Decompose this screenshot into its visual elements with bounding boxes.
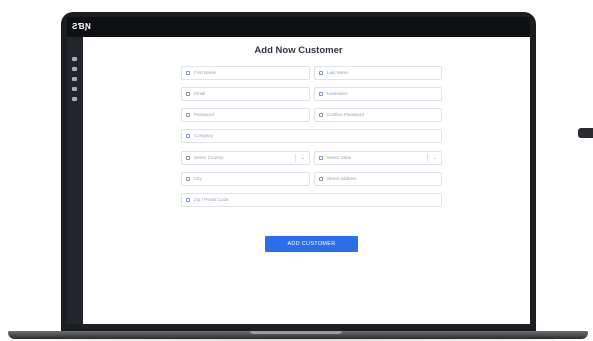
state-placeholder: Select State <box>327 155 352 160</box>
users-icon[interactable] <box>72 77 77 81</box>
laptop-mockup: ƧƁƝ Add Now Customer First Name Last Nam… <box>0 0 593 341</box>
app-sidebar <box>67 37 83 324</box>
company-field[interactable]: Company <box>181 129 442 143</box>
username-field[interactable]: Username <box>314 87 442 101</box>
username-placeholder: Username <box>327 91 348 96</box>
flag-icon <box>186 156 190 160</box>
app-topbar: ƧƁƝ <box>67 17 530 37</box>
mail-icon <box>186 92 190 96</box>
city-field[interactable]: City <box>181 172 310 186</box>
laptop-screen: ƧƁƝ Add Now Customer First Name Last Nam… <box>67 17 530 324</box>
password-field[interactable]: Password <box>181 108 310 122</box>
company-placeholder: Company <box>194 133 214 138</box>
background-device-edge <box>578 128 593 138</box>
zip-field[interactable]: Zip / Postal Code <box>181 193 442 207</box>
building-icon <box>186 134 190 138</box>
select-divider <box>295 154 296 162</box>
first-name-field[interactable]: First Name <box>181 66 310 80</box>
street-address-placeholder: Street Address <box>327 176 357 181</box>
key-icon <box>319 113 323 117</box>
add-customer-button[interactable]: ADD CUSTOMER <box>265 236 358 252</box>
location-pin-icon <box>186 177 190 181</box>
first-name-placeholder: First Name <box>194 70 217 75</box>
laptop-notch <box>250 331 342 334</box>
password-placeholder: Password <box>194 112 214 117</box>
chevron-down-icon[interactable]: ⌄ <box>301 155 305 161</box>
page-title: Add Now Customer <box>254 45 343 56</box>
location-pin-icon <box>319 177 323 181</box>
street-address-field[interactable]: Street Address <box>314 172 442 186</box>
user-icon <box>319 92 323 96</box>
settings-icon[interactable] <box>72 97 77 101</box>
lock-icon <box>186 113 190 117</box>
confirm-password-placeholder: Confirm Password <box>327 112 364 117</box>
zip-placeholder: Zip / Postal Code <box>194 197 229 202</box>
country-placeholder: Select Country <box>194 155 224 160</box>
user-icon <box>319 71 323 75</box>
chevron-down-icon[interactable]: ⌄ <box>433 155 437 161</box>
menu-icon[interactable] <box>72 57 77 61</box>
last-name-field[interactable]: Last Name <box>314 66 442 80</box>
chart-icon[interactable] <box>72 87 77 91</box>
user-icon <box>186 71 190 75</box>
mailbox-icon <box>186 198 190 202</box>
app-logo[interactable]: ƧƁƝ <box>72 22 91 31</box>
confirm-password-field[interactable]: Confirm Password <box>314 108 442 122</box>
city-placeholder: City <box>194 176 202 181</box>
email-field[interactable]: Email <box>181 87 310 101</box>
state-select[interactable]: Select State ⌄ <box>314 151 442 165</box>
email-placeholder: Email <box>194 91 206 96</box>
country-select[interactable]: Select Country ⌄ <box>181 151 310 165</box>
home-icon[interactable] <box>72 67 77 71</box>
select-divider <box>427 154 428 162</box>
map-icon <box>319 156 323 160</box>
last-name-placeholder: Last Name <box>327 70 349 75</box>
